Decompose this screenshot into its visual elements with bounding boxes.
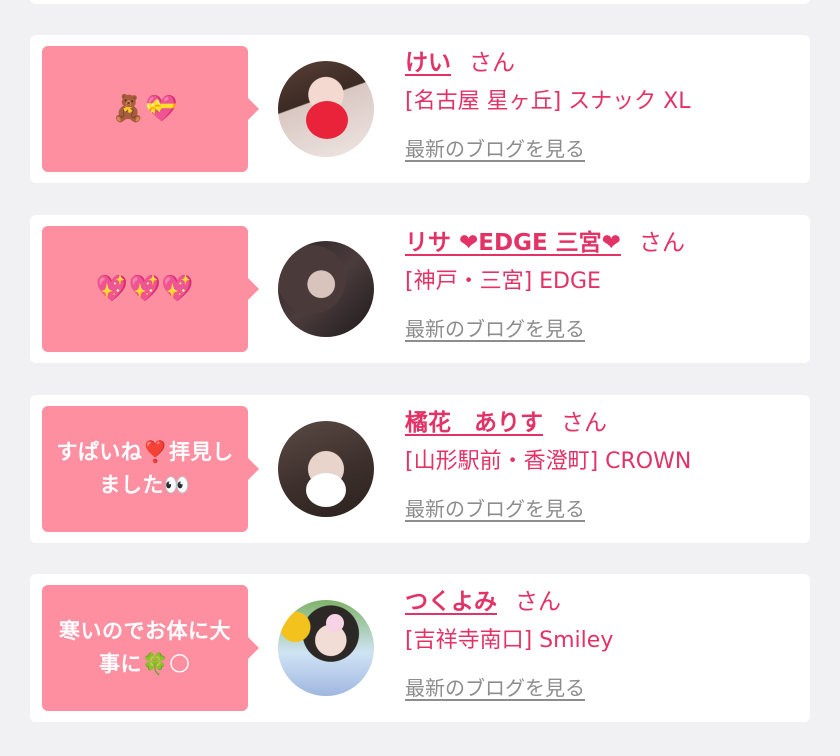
shop-label: [山形駅前・香澄町] CROWN <box>405 449 692 474</box>
message-line-1: すぱいね❣️拝見し <box>56 440 234 464</box>
cast-name-link[interactable]: 橘花 ありす <box>405 410 543 436</box>
message-card-risa: 💖💖💖 リサ ❤EDGE 三宮❤ さん [神戸・三宮] EDGE 最新のブログを見… <box>30 215 810 363</box>
message-card-kei: 🧸💝 けい さん [名古屋 星ヶ丘] スナック XL 最新のブログを見る <box>30 35 810 183</box>
message-line-1: 寒いのでお体に大 <box>59 619 231 643</box>
entry-info: 橘花 ありす さん [山形駅前・香澄町] CROWN 最新のブログを見る <box>405 407 800 523</box>
honorific: さん <box>561 410 607 436</box>
message-line-2: 事に🍀🌕 <box>98 652 192 676</box>
message-card-tsukuyomi: 寒いのでお体に大 事に🍀🌕 つくよみ さん [吉祥寺南口] Smiley 最新のブ… <box>30 574 810 722</box>
message-text: 寒いのでお体に大 事に🍀🌕 <box>59 615 231 681</box>
message-bubble: すぱいね❣️拝見し ました👀 <box>42 406 259 532</box>
latest-blog-link[interactable]: 最新のブログを見る <box>405 674 585 702</box>
name-line: つくよみ さん <box>405 586 800 618</box>
latest-blog-link[interactable]: 最新のブログを見る <box>405 315 585 343</box>
honorific: さん <box>469 50 515 76</box>
message-text: すぱいね❣️拝見し ました👀 <box>56 436 233 502</box>
previous-card-fragment <box>30 0 810 4</box>
entry-info: リサ ❤EDGE 三宮❤ さん [神戸・三宮] EDGE 最新のブログを見る <box>405 227 800 343</box>
avatar-risa[interactable] <box>278 241 374 337</box>
latest-blog-link[interactable]: 最新のブログを見る <box>405 135 585 163</box>
name-line: 橘花 ありす さん <box>405 407 800 439</box>
avatar-kei[interactable] <box>278 61 374 157</box>
message-card-arisu: すぱいね❣️拝見し ました👀 橘花 ありす さん [山形駅前・香澄町] CROWN… <box>30 395 810 543</box>
flower-sticker-icon <box>326 614 344 632</box>
cast-name-link[interactable]: リサ ❤EDGE 三宮❤ <box>405 230 621 256</box>
name-line: けい さん <box>405 47 800 79</box>
cast-name-link[interactable]: けい <box>405 50 451 76</box>
shop-label: [神戸・三宮] EDGE <box>405 269 601 294</box>
entry-info: つくよみ さん [吉祥寺南口] Smiley 最新のブログを見る <box>405 586 800 702</box>
entry-info: けい さん [名古屋 星ヶ丘] スナック XL 最新のブログを見る <box>405 47 800 163</box>
avatar-arisu[interactable] <box>278 421 374 517</box>
honorific: さん <box>638 230 685 256</box>
message-text: 💖💖💖 <box>95 273 195 304</box>
shop-label: [名古屋 星ヶ丘] スナック XL <box>405 89 691 114</box>
message-bubble: 🧸💝 <box>42 46 259 172</box>
latest-blog-link[interactable]: 最新のブログを見る <box>405 495 585 523</box>
heart-sticker-icon <box>306 473 346 507</box>
message-bubble: 💖💖💖 <box>42 226 259 352</box>
name-line: リサ ❤EDGE 三宮❤ さん <box>405 227 800 259</box>
cast-name-link[interactable]: つくよみ <box>405 589 497 615</box>
message-text: 🧸💝 <box>112 93 178 124</box>
message-bubble: 寒いのでお体に大 事に🍀🌕 <box>42 585 259 711</box>
avatar-tsukuyomi[interactable] <box>278 600 374 696</box>
shop-label: [吉祥寺南口] Smiley <box>405 628 614 653</box>
message-line-2: ました👀 <box>99 473 191 497</box>
honorific: さん <box>515 589 561 615</box>
heart-sticker-icon <box>306 101 348 139</box>
